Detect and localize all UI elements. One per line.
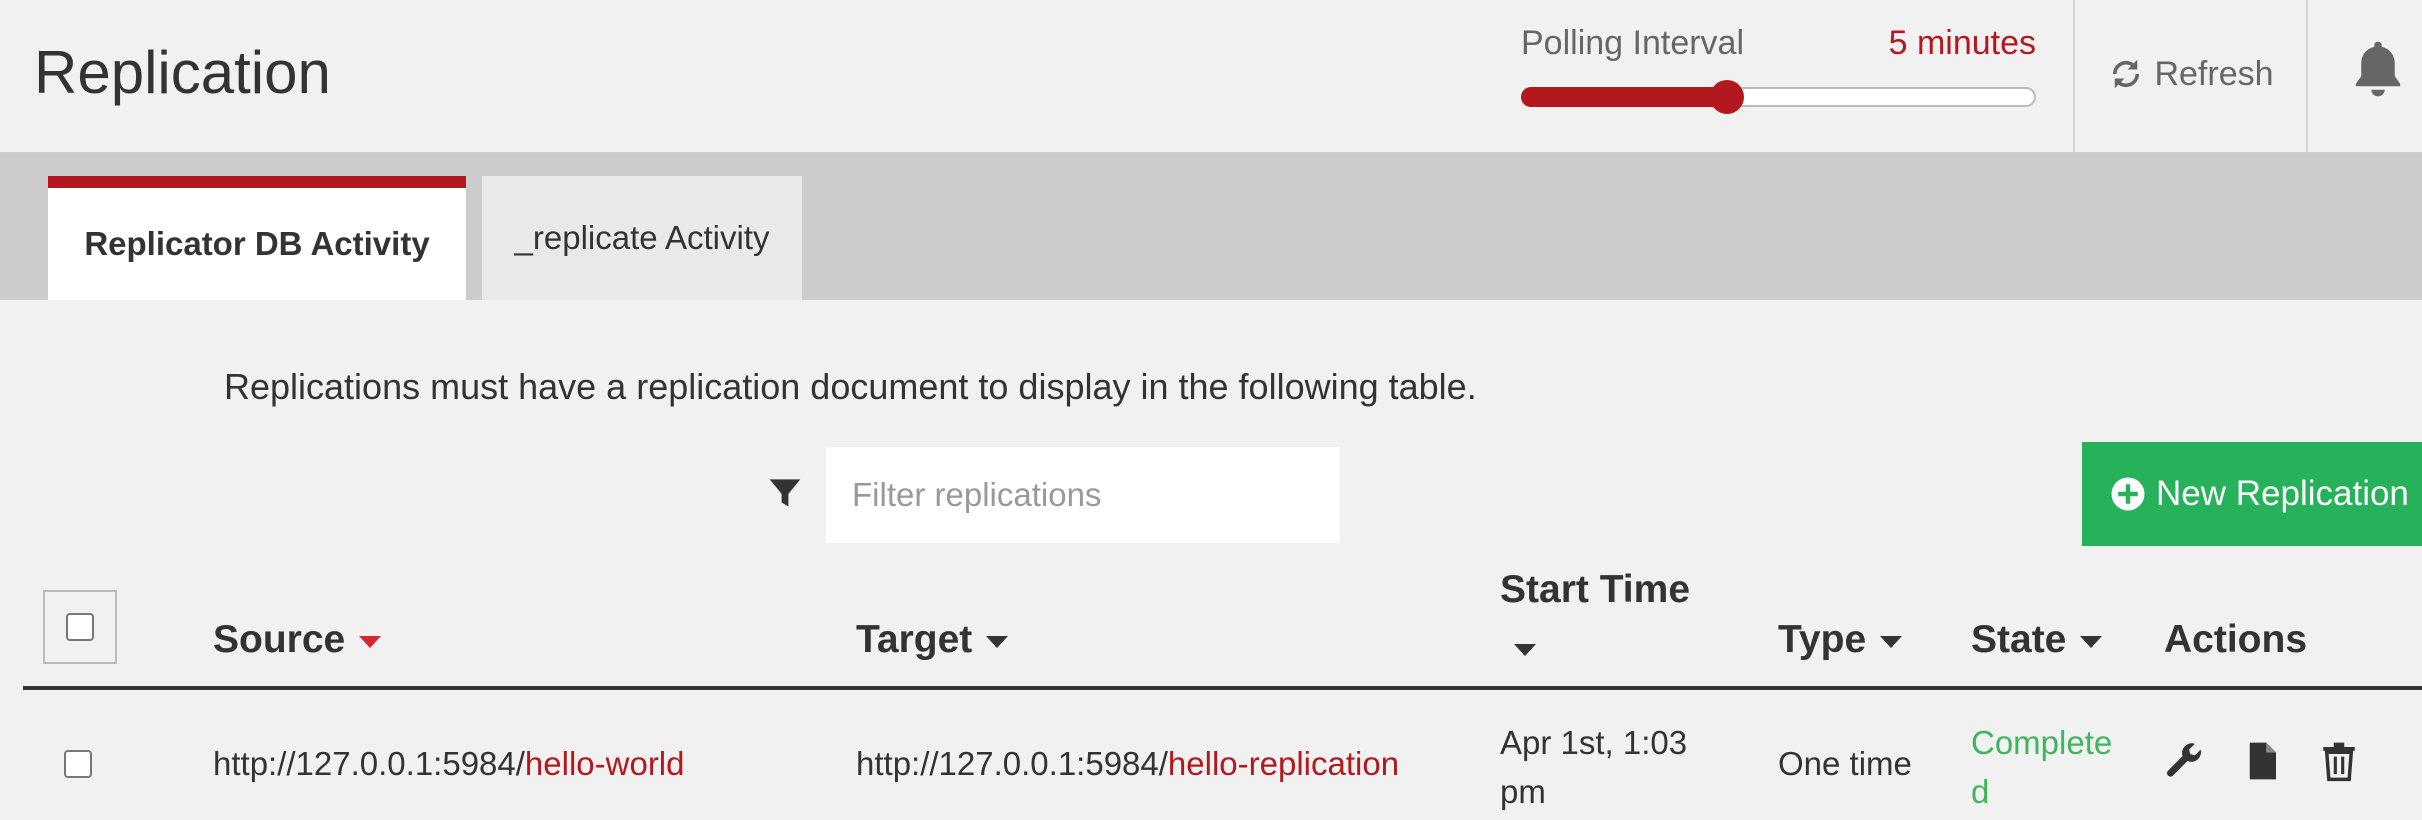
row-checkbox[interactable] <box>64 750 92 778</box>
plus-circle-icon <box>2111 477 2145 511</box>
row-target: http://127.0.0.1:5984/hello-replication <box>856 745 1399 783</box>
sort-desc-icon <box>359 635 382 648</box>
new-replication-button[interactable]: New Replication <box>2082 442 2422 546</box>
column-label-source: Source <box>213 618 346 661</box>
column-label-state: State <box>1971 618 2067 661</box>
column-label-target: Target <box>856 618 973 661</box>
target-base-url: http://127.0.0.1:5984/ <box>856 745 1168 782</box>
filter-icon <box>769 479 801 507</box>
column-label-start-time: Start Time <box>1500 568 1691 611</box>
sort-caret-icon <box>1514 643 1536 656</box>
tab-bar: Replicator DB Activity _replicate Activi… <box>0 154 2422 300</box>
top-header: Replication Polling Interval 5 minutes R… <box>0 0 2422 154</box>
tab-replicator-db-activity[interactable]: Replicator DB Activity <box>48 176 466 300</box>
sort-caret-icon <box>1880 635 1903 648</box>
table-header-divider <box>23 686 2422 690</box>
bell-icon[interactable] <box>2348 38 2408 102</box>
new-replication-label: New Replication <box>2156 474 2409 513</box>
row-type: One time <box>1778 745 1912 782</box>
header-divider <box>2073 0 2075 152</box>
column-header-source[interactable]: Source <box>213 618 382 662</box>
column-header-state[interactable]: State <box>1971 618 2103 662</box>
refresh-label: Refresh <box>2154 54 2274 93</box>
wrench-icon[interactable] <box>2163 738 2205 784</box>
row-source: http://127.0.0.1:5984/hello-world <box>213 745 685 783</box>
refresh-icon <box>2113 59 2140 89</box>
column-header-target[interactable]: Target <box>856 618 1009 662</box>
column-header-type[interactable]: Type <box>1778 618 1903 662</box>
row-state: Complete d <box>1971 718 2112 816</box>
start-time-line: Apr 1st, 1:03 <box>1500 724 1688 761</box>
sort-caret-icon <box>986 635 1009 648</box>
polling-slider-fill <box>1521 87 1727 107</box>
select-all-checkbox[interactable] <box>66 613 94 641</box>
target-db-link[interactable]: hello-replication <box>1168 745 1399 782</box>
sort-caret-icon <box>2080 635 2103 648</box>
filter-replications-input[interactable] <box>826 447 1340 543</box>
trash-icon[interactable] <box>2318 738 2360 784</box>
document-icon[interactable] <box>2241 738 2283 784</box>
page-title: Replication <box>34 39 331 106</box>
start-time-line: pm <box>1500 773 1546 810</box>
tab-replicate-activity[interactable]: _replicate Activity <box>482 176 802 300</box>
column-header-start-time[interactable]: Start Time <box>1500 568 1690 670</box>
column-header-actions: Actions <box>2164 618 2308 661</box>
header-divider <box>2306 0 2308 152</box>
column-label-type: Type <box>1778 618 1867 661</box>
polling-interval-label: Polling Interval <box>1521 24 1745 62</box>
table-notice: Replications must have a replication doc… <box>224 366 1477 407</box>
state-line: d <box>1971 773 1990 810</box>
row-start-time: Apr 1st, 1:03 pm <box>1500 718 1687 816</box>
polling-interval-value: 5 minutes <box>1888 24 2036 62</box>
source-db-link[interactable]: hello-world <box>525 745 685 782</box>
polling-slider-thumb[interactable] <box>1710 80 1744 114</box>
source-base-url: http://127.0.0.1:5984/ <box>213 745 525 782</box>
state-line: Complete <box>1971 724 2113 761</box>
refresh-button[interactable]: Refresh <box>2076 0 2306 148</box>
